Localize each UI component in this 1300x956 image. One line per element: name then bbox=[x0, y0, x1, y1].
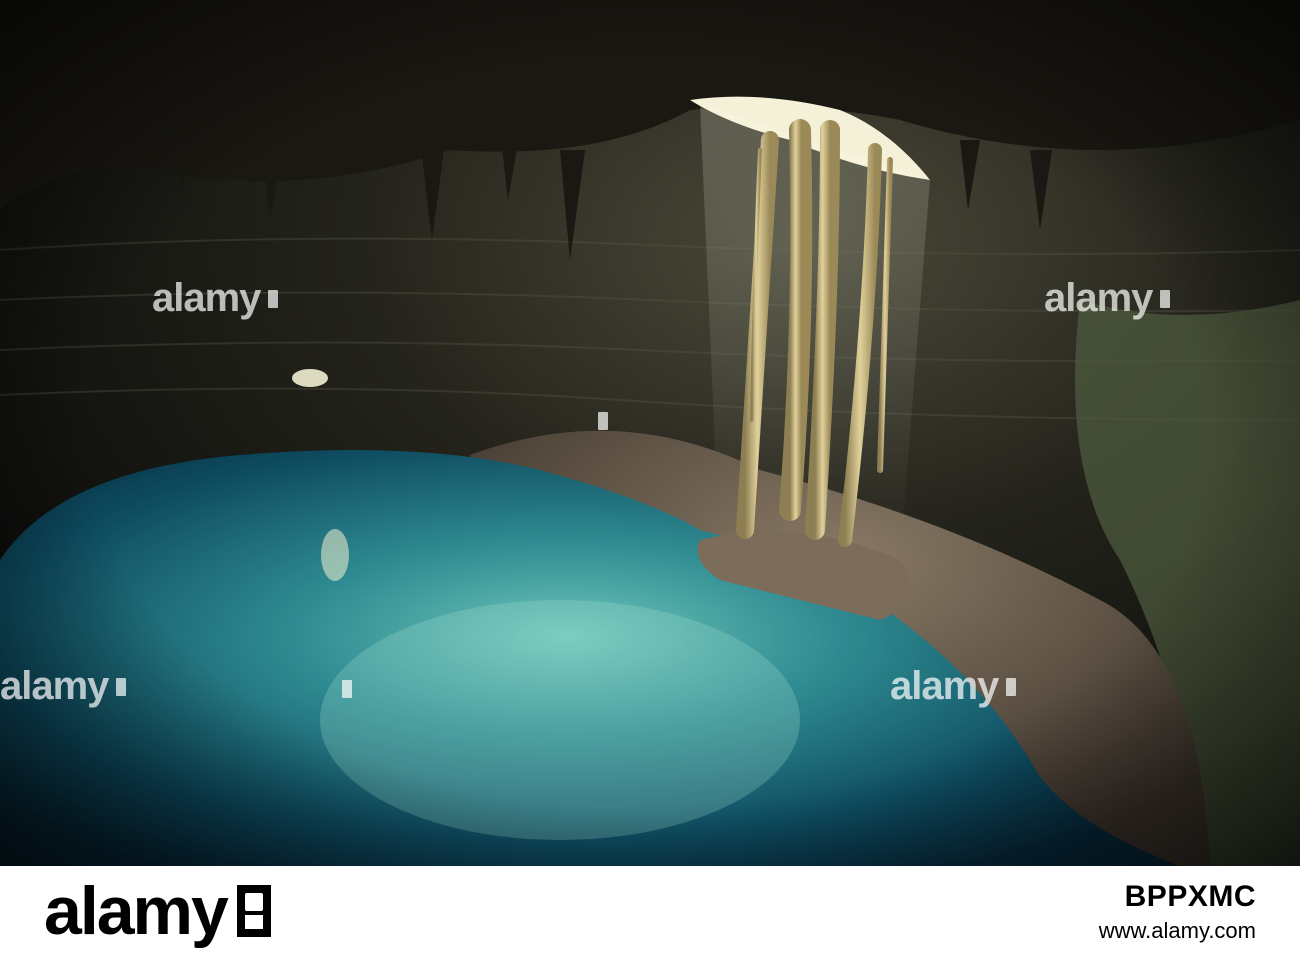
image-meta: BPPXMC www.alamy.com bbox=[1099, 880, 1256, 944]
cenote-illustration bbox=[0, 0, 1300, 866]
site-link[interactable]: www.alamy.com bbox=[1099, 918, 1256, 944]
image-id: BPPXMC bbox=[1124, 880, 1256, 913]
alamy-logo[interactable]: alamy bbox=[44, 866, 271, 956]
footer-bar: alamy BPPXMC www.alamy.com bbox=[0, 866, 1300, 956]
page: alamy alamy alamy alamy alamy BPPXMC www… bbox=[0, 0, 1300, 956]
alamy-logo-icon bbox=[236, 885, 271, 937]
cenote-photo: alamy alamy alamy alamy bbox=[0, 0, 1300, 866]
